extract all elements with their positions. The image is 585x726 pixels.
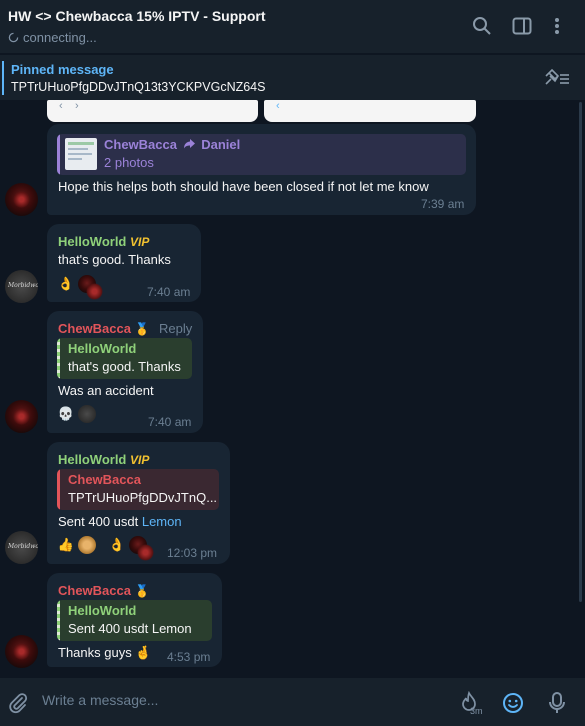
pinned-indicator (2, 61, 4, 95)
avatar[interactable] (5, 635, 38, 668)
avatar[interactable] (5, 183, 38, 216)
reactor-avatar (78, 405, 96, 423)
sender-name[interactable]: ChewBacca 🥇 (58, 321, 150, 336)
message-time: 7:39 am (421, 197, 465, 211)
quoted-text: TPTrUHuoPfgDDvJTnQ... (68, 490, 218, 505)
message-time: 4:53 pm (167, 650, 211, 664)
message-composer: Write a message... 3m (0, 678, 585, 726)
pinned-label: Pinned message (11, 62, 114, 77)
chevron-left-icon: ‹ (59, 100, 63, 112)
photo-thumbnail[interactable]: ‹ (264, 100, 476, 122)
sender-name[interactable]: HelloWorld VIP (58, 452, 149, 467)
message-input[interactable]: Write a message... (42, 692, 158, 708)
message-text: Thanks guys 🤞 (58, 645, 152, 660)
reactor-avatar (78, 275, 103, 300)
forward-arrow-icon (183, 139, 195, 149)
chat-header: HW <> Chewbacca 15% IPTV - Support conne… (0, 0, 585, 54)
more-vertical-icon[interactable] (545, 14, 569, 38)
quoted-text: Sent 400 usdt Lemon (68, 621, 192, 636)
reactor-avatar (78, 536, 96, 554)
message-text: Hope this helps both should have been cl… (58, 179, 429, 194)
forward-from-name: ChewBacca (104, 137, 177, 152)
pinned-message-bar[interactable]: Pinned message TPTrUHuoPfgDDvJTnQ13t3YCK… (0, 54, 585, 100)
reaction[interactable]: 👌 (56, 273, 103, 300)
message-bubble[interactable]: ChewBacca 🥇 Reply HelloWorld that's good… (47, 311, 203, 433)
quoted-reply[interactable]: HelloWorld that's good. Thanks (57, 338, 192, 379)
reaction[interactable]: 👌 (107, 534, 154, 561)
message-list[interactable]: ‹ › ‹ ChewBacca Daniel 2 photos Hope thi… (0, 100, 585, 678)
message-time: 12:03 pm (167, 546, 218, 560)
chat-title[interactable]: HW <> Chewbacca 15% IPTV - Support (8, 8, 266, 24)
emoji-icon[interactable] (500, 690, 526, 716)
loading-icon (8, 32, 19, 43)
pinned-text: TPTrUHuoPfgDDvJTnQ13t3YCKPVGcNZ64S (11, 80, 266, 94)
attach-icon[interactable] (5, 690, 31, 716)
quoted-reply[interactable]: HelloWorld Sent 400 usdt Lemon (57, 600, 212, 641)
quoted-sender: HelloWorld (68, 603, 137, 618)
message-text: Was an accident (58, 383, 154, 398)
chevron-left-icon: ‹ (276, 100, 280, 112)
message-text: that's good. Thanks (58, 252, 171, 267)
message-text: Sent 400 usdt Lemon (58, 514, 182, 529)
reactor-avatar (129, 536, 154, 561)
unpin-icon[interactable] (543, 67, 571, 89)
quoted-sender: HelloWorld (68, 341, 137, 356)
microphone-icon[interactable] (544, 690, 570, 716)
medal-badge: 🥇 (134, 322, 150, 336)
status-text: connecting... (23, 30, 97, 45)
chevron-right-icon: › (75, 100, 79, 112)
forward-header: ChewBacca Daniel (104, 137, 240, 152)
message-bubble[interactable]: HelloWorld VIP ChewBacca TPTrUHuoPfgDDvJ… (47, 442, 230, 564)
vip-badge: VIP (130, 453, 150, 467)
message-time: 7:40 am (148, 415, 192, 429)
reply-button[interactable]: Reply (159, 321, 192, 336)
message-bubble[interactable]: ChewBacca Daniel 2 photos Hope this help… (47, 124, 476, 215)
quoted-text: that's good. Thanks (68, 359, 181, 374)
vip-badge: VIP (130, 235, 150, 249)
mention-link[interactable]: Lemon (142, 514, 182, 529)
photo-thumbnail[interactable]: ‹ › (47, 100, 258, 122)
connection-status: connecting... (8, 30, 97, 45)
medal-badge: 🥇 (134, 584, 150, 598)
message-bubble[interactable]: HelloWorld VIP that's good. Thanks 👌 7:4… (47, 224, 201, 302)
forwarded-photo-thumbnail (65, 138, 97, 170)
forward-subtitle: 2 photos (104, 155, 154, 170)
message-time: 7:40 am (147, 285, 191, 299)
search-icon[interactable] (470, 14, 494, 38)
message-bubble[interactable]: ChewBacca 🥇 HelloWorld Sent 400 usdt Lem… (47, 573, 222, 667)
scrollbar[interactable] (579, 102, 582, 602)
forward-to-name: Daniel (201, 137, 241, 152)
avatar[interactable] (5, 400, 38, 433)
quoted-sender: ChewBacca (68, 472, 141, 487)
timer-label: 3m (470, 706, 483, 716)
avatar[interactable]: Morbidwolf (5, 531, 38, 564)
forwarded-reply[interactable]: ChewBacca Daniel 2 photos (57, 134, 466, 175)
timer-icon[interactable]: 3m (456, 690, 483, 716)
avatar[interactable]: Morbidwolf (5, 270, 38, 303)
ok-hand-emoji: 👌 (57, 276, 75, 291)
sender-name[interactable]: HelloWorld VIP (58, 234, 149, 249)
sidebar-toggle-icon[interactable] (510, 14, 534, 38)
quoted-reply[interactable]: ChewBacca TPTrUHuoPfgDDvJTnQ... (57, 469, 219, 510)
ok-hand-emoji: 👌 (108, 537, 126, 552)
sender-name[interactable]: ChewBacca 🥇 (58, 583, 150, 598)
reaction[interactable]: 👍 (56, 534, 96, 556)
reaction[interactable]: 💀 (56, 403, 96, 425)
thumbs-up-emoji: 👍 (57, 537, 75, 552)
skull-emoji: 💀 (57, 406, 75, 421)
